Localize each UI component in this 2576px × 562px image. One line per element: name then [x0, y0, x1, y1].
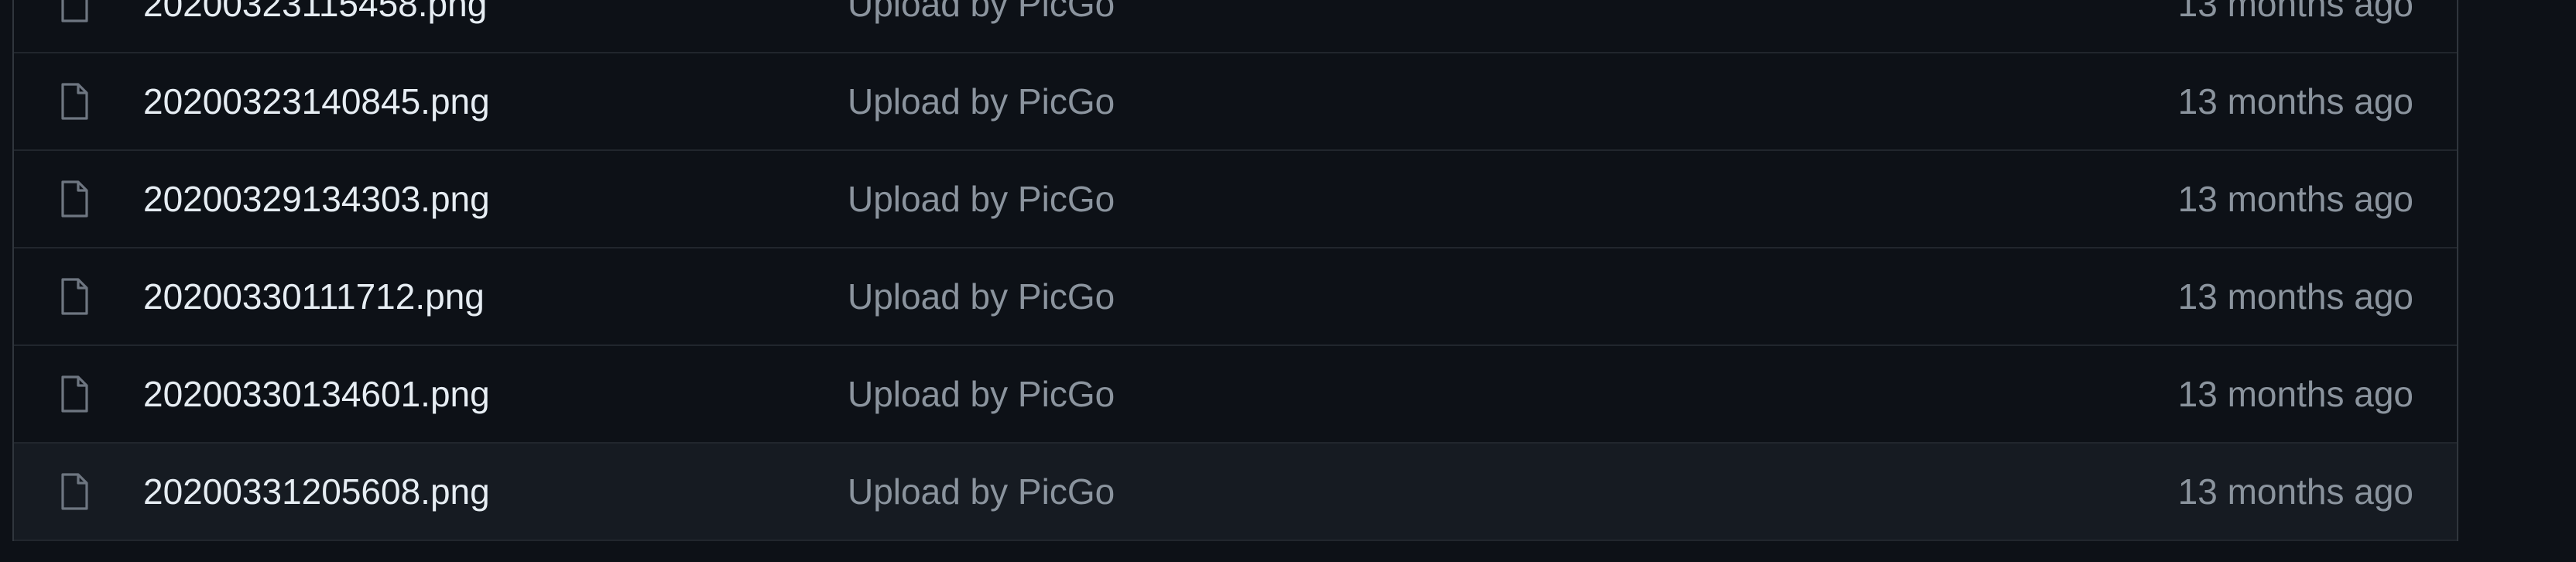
file-name-link[interactable]: 20200330134601.png — [143, 373, 490, 415]
commit-message-link[interactable]: Upload by PicGo — [848, 471, 1115, 512]
file-row[interactable]: 20200323115458.png Upload by PicGo 13 mo… — [14, 0, 2457, 53]
file-row[interactable]: 20200330134601.png Upload by PicGo 13 mo… — [14, 346, 2457, 444]
commit-message-link[interactable]: Upload by PicGo — [848, 178, 1115, 220]
commit-age: 13 months ago — [2177, 276, 2413, 317]
file-name-link[interactable]: 20200323115458.png — [143, 0, 487, 25]
commit-age: 13 months ago — [2177, 471, 2413, 512]
commit-age: 13 months ago — [2177, 374, 2413, 414]
file-icon — [59, 375, 90, 413]
file-name-link[interactable]: 20200330111712.png — [143, 276, 485, 317]
repository-file-browser: 20200323115458.png Upload by PicGo 13 mo… — [0, 0, 2576, 562]
file-icon — [59, 277, 90, 316]
file-name-link[interactable]: 20200329134303.png — [143, 178, 490, 220]
file-name-link[interactable]: 20200331205608.png — [143, 471, 490, 512]
commit-message-link[interactable]: Upload by PicGo — [848, 276, 1115, 317]
commit-age: 13 months ago — [2177, 0, 2413, 24]
commit-age: 13 months ago — [2177, 81, 2413, 122]
file-icon — [59, 82, 90, 121]
commit-message-link[interactable]: Upload by PicGo — [848, 81, 1115, 122]
commit-age: 13 months ago — [2177, 179, 2413, 219]
file-row[interactable]: 20200323140845.png Upload by PicGo 13 mo… — [14, 53, 2457, 151]
file-list: 20200323115458.png Upload by PicGo 13 mo… — [12, 0, 2458, 541]
file-row[interactable]: 20200330111712.png Upload by PicGo 13 mo… — [14, 248, 2457, 346]
file-icon — [59, 472, 90, 511]
file-icon — [59, 0, 90, 23]
commit-message-link[interactable]: Upload by PicGo — [848, 373, 1115, 415]
file-row[interactable]: 20200329134303.png Upload by PicGo 13 mo… — [14, 151, 2457, 248]
commit-message-link[interactable]: Upload by PicGo — [848, 0, 1115, 25]
file-name-link[interactable]: 20200323140845.png — [143, 81, 490, 122]
file-row[interactable]: 20200331205608.png Upload by PicGo 13 mo… — [14, 444, 2457, 541]
file-icon — [59, 180, 90, 218]
